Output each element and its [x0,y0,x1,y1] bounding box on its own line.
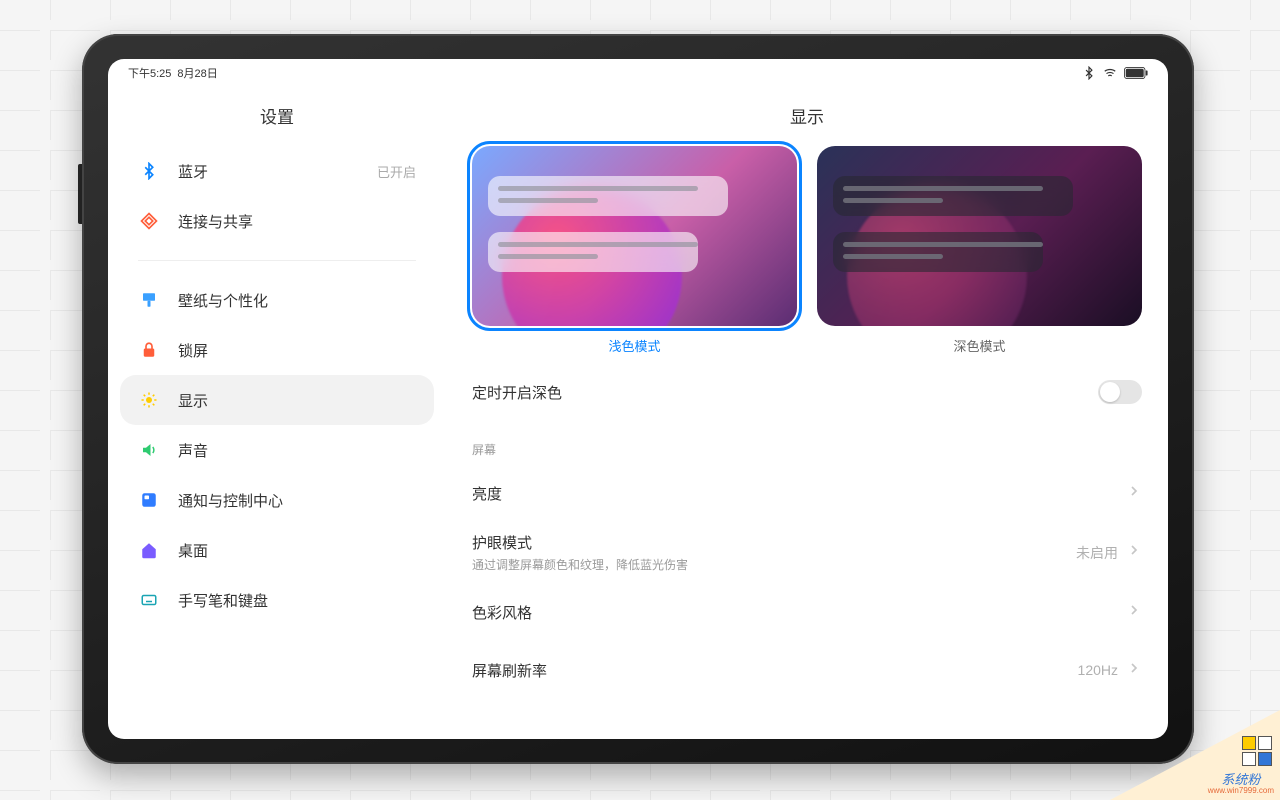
sidebar-item-wallpaper[interactable]: 壁纸与个性化 [120,275,434,325]
sidebar-item-sound[interactable]: 声音 [120,425,434,475]
toggle-schedule-dark[interactable] [1098,380,1142,404]
sidebar-item-label: 桌面 [178,540,416,561]
sidebar-item-stylus[interactable]: 手写笔和键盘 [120,575,434,625]
sidebar-item-notifications[interactable]: 通知与控制中心 [120,475,434,525]
tablet-screen: 下午5:25 8月28日 设置 蓝牙 已开启 [108,59,1168,739]
brush-icon [138,289,160,311]
sidebar-item-label: 连接与共享 [178,211,416,232]
row-eye-mode[interactable]: 护眼模式 通过调整屏幕颜色和纹理，降低蓝光伤害 未启用 [472,522,1142,583]
power-button[interactable] [78,164,82,224]
sidebar-item-label: 蓝牙 [178,161,377,182]
sidebar-item-lockscreen[interactable]: 锁屏 [120,325,434,375]
keyboard-icon [138,589,160,611]
row-title: 色彩风格 [472,602,1126,623]
sidebar-item-home[interactable]: 桌面 [120,525,434,575]
chevron-right-icon [1126,602,1142,623]
watermark: 系统粉 www.win7999.com [1110,710,1280,800]
status-date: 8月28日 [177,65,217,81]
sidebar-item-value: 已开启 [377,162,416,181]
sidebar-item-label: 壁纸与个性化 [178,290,416,311]
row-title: 亮度 [472,483,1126,504]
row-title: 屏幕刷新率 [472,660,1078,681]
speaker-icon [138,439,160,461]
sidebar-divider [138,260,416,261]
sidebar-title: 设置 [120,87,434,146]
row-title: 定时开启深色 [472,382,1098,403]
theme-mode-selector: 浅色模式 深色模式 [472,146,1142,355]
sidebar-item-bluetooth[interactable]: 蓝牙 已开启 [120,146,434,196]
sidebar-item-label: 通知与控制中心 [178,490,416,511]
sidebar-item-label: 声音 [178,440,416,461]
row-subtitle: 通过调整屏幕颜色和纹理，降低蓝光伤害 [472,556,1076,573]
detail-title: 显示 [472,87,1142,146]
chevron-right-icon [1126,542,1142,563]
bluetooth-icon [1082,66,1096,80]
share-icon [138,210,160,232]
row-value: 120Hz [1078,662,1118,678]
watermark-url: www.win7999.com [1208,787,1274,796]
sidebar-item-label: 显示 [178,390,416,411]
detail-pane: 显示 浅色模式 [446,87,1168,739]
status-time: 下午5:25 [128,65,171,81]
wifi-icon [1102,66,1118,80]
tablet-frame: 下午5:25 8月28日 设置 蓝牙 已开启 [82,34,1194,764]
battery-icon [1124,66,1148,80]
chevron-right-icon [1126,660,1142,681]
lock-icon [138,339,160,361]
row-value: 未启用 [1076,543,1118,563]
theme-card-dark[interactable] [817,146,1142,326]
theme-card-light[interactable] [472,146,797,326]
section-header-screen: 屏幕 [472,421,1142,464]
theme-label-light: 浅色模式 [608,336,660,355]
sidebar-item-connect-share[interactable]: 连接与共享 [120,196,434,246]
chevron-right-icon [1126,483,1142,504]
sidebar: 设置 蓝牙 已开启 连接与共享 [108,87,446,739]
row-brightness[interactable]: 亮度 [472,464,1142,522]
row-schedule-dark: 定时开启深色 [472,363,1142,421]
panel-icon [138,489,160,511]
sidebar-item-label: 手写笔和键盘 [178,590,416,611]
watermark-brand: 系统粉 [1221,772,1260,787]
row-title: 护眼模式 [472,532,1076,553]
home-icon [138,539,160,561]
theme-label-dark: 深色模式 [953,336,1005,355]
sidebar-item-display[interactable]: 显示 [120,375,434,425]
row-refresh-rate[interactable]: 屏幕刷新率 120Hz [472,641,1142,699]
status-bar: 下午5:25 8月28日 [108,59,1168,87]
sidebar-item-label: 锁屏 [178,340,416,361]
bluetooth-icon [138,160,160,182]
sun-icon [138,389,160,411]
row-color-style[interactable]: 色彩风格 [472,583,1142,641]
